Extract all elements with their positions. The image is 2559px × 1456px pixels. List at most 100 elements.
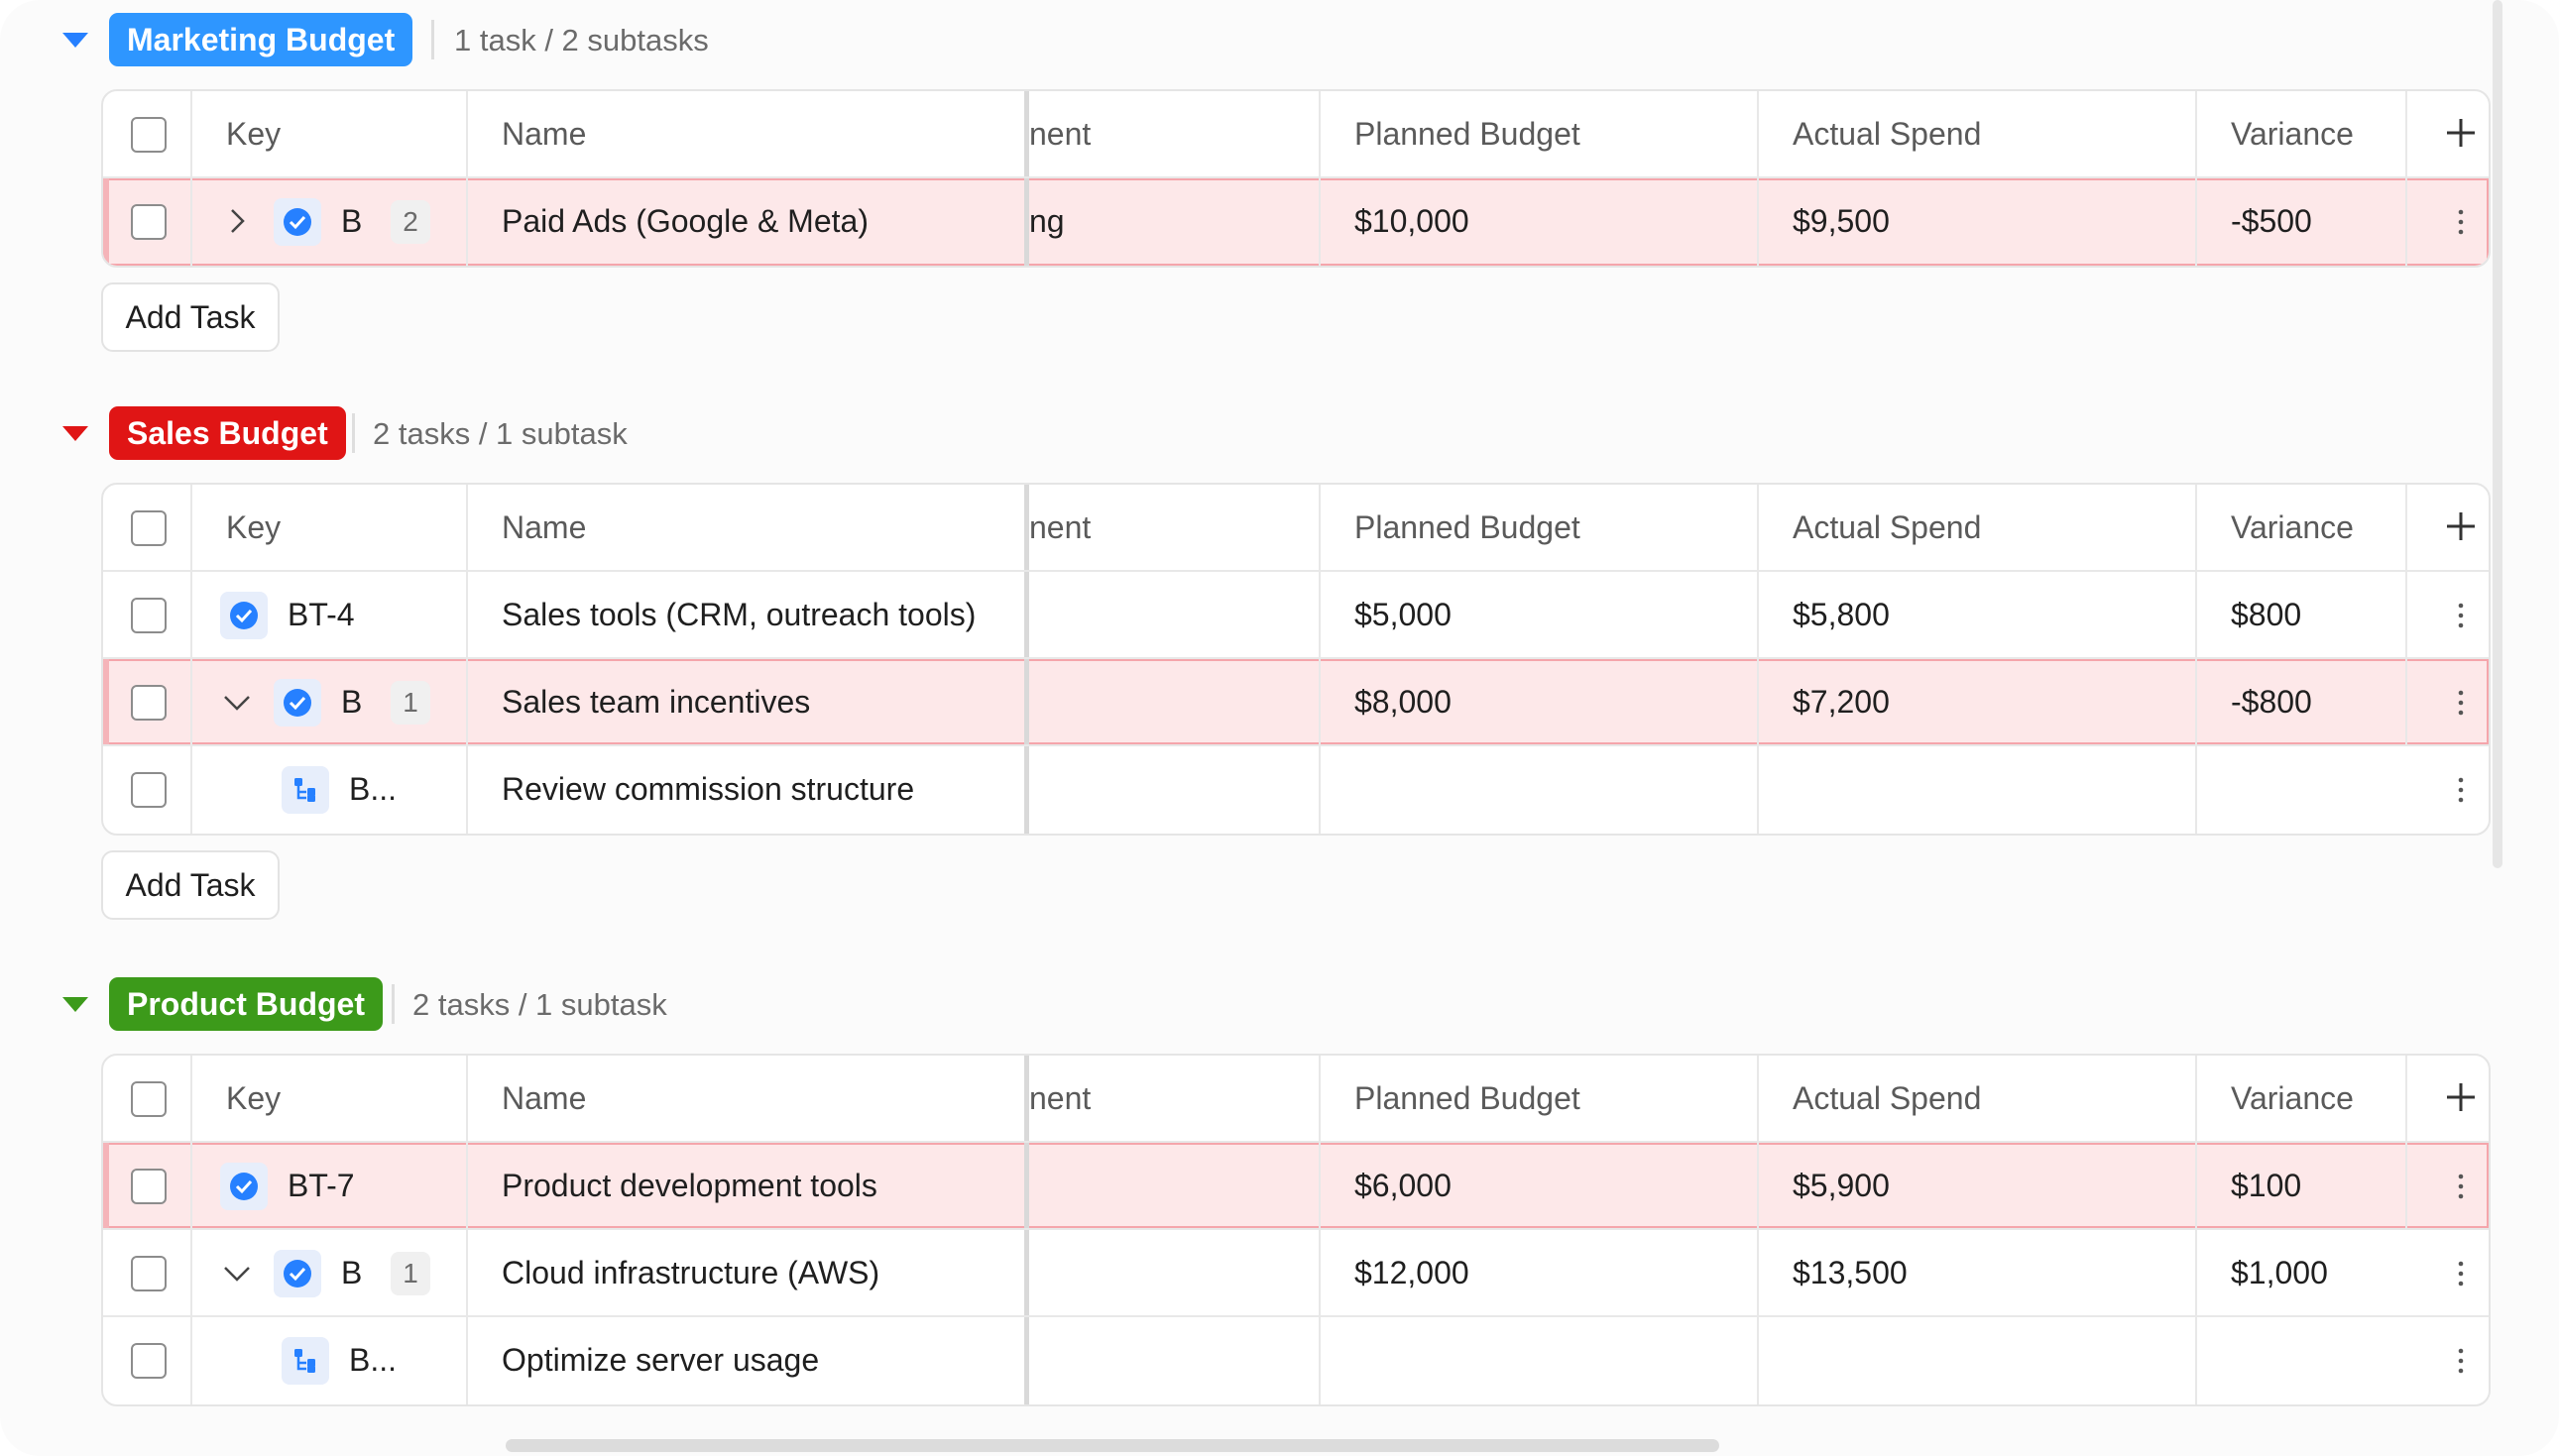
divider: [352, 413, 355, 453]
group-title-pill[interactable]: Sales Budget: [109, 406, 346, 460]
task-key[interactable]: B: [341, 659, 362, 744]
variance: $1,000: [2231, 1255, 2328, 1290]
add-column-plus-icon[interactable]: [2433, 499, 2489, 554]
table-header-row: Key Name nent Planned Budget Actual Spen…: [103, 1056, 2489, 1143]
group-count: 1 task / 2 subtasks: [454, 23, 709, 57]
collapse-caret-icon[interactable]: [62, 426, 88, 441]
row-checkbox[interactable]: [131, 685, 167, 721]
column-header-key[interactable]: Key: [226, 485, 281, 570]
check-circle-icon: [274, 198, 321, 246]
column-header-name[interactable]: Name: [502, 1056, 586, 1141]
more-options-icon[interactable]: [2443, 768, 2479, 812]
column-header-planned-budget[interactable]: Planned Budget: [1354, 91, 1580, 176]
task-name[interactable]: Cloud infrastructure (AWS): [502, 1230, 879, 1315]
table-header-row: Key Name nent Planned Budget Actual Spen…: [103, 91, 2489, 178]
variance: -$800: [2231, 684, 2312, 720]
actual-spend: $5,800: [1793, 597, 1890, 632]
group-product-budget: Product Budget 2 tasks / 1 subtask Key N…: [59, 977, 2493, 1406]
more-options-icon[interactable]: [2443, 1165, 2479, 1208]
task-key[interactable]: B: [341, 178, 362, 264]
check-circle-icon: [274, 679, 321, 727]
planned-budget: $6,000: [1354, 1168, 1452, 1203]
column-header-key[interactable]: Key: [226, 1056, 281, 1141]
table-row[interactable]: B 1 Cloud infrastructure (AWS) $12,000 $…: [103, 1230, 2489, 1317]
chevron-down-icon[interactable]: [222, 1258, 252, 1288]
column-header-actual-spend[interactable]: Actual Spend: [1793, 91, 1981, 176]
add-column-plus-icon[interactable]: [2433, 105, 2489, 161]
more-options-icon[interactable]: [2443, 1339, 2479, 1383]
actual-spend: $13,500: [1793, 1255, 1908, 1290]
task-key[interactable]: B: [341, 1230, 362, 1315]
column-header-variance[interactable]: Variance: [2231, 485, 2354, 570]
table-row[interactable]: BT-4 Sales tools (CRM, outreach tools) $…: [103, 572, 2489, 659]
column-header-department[interactable]: nent: [1029, 485, 1091, 570]
horizontal-scrollbar[interactable]: [506, 1439, 1719, 1452]
add-task-button[interactable]: Add Task: [101, 282, 280, 352]
group-sales-budget: Sales Budget 2 tasks / 1 subtask Key Nam…: [59, 406, 2493, 920]
task-name[interactable]: Optimize server usage: [502, 1317, 819, 1402]
check-circle-icon: [274, 1250, 321, 1297]
column-header-variance[interactable]: Variance: [2231, 1056, 2354, 1141]
column-header-department[interactable]: nent: [1029, 91, 1091, 176]
task-table: Key Name nent Planned Budget Actual Spen…: [101, 89, 2491, 268]
task-name[interactable]: Sales team incentives: [502, 659, 810, 744]
table-row[interactable]: B... Review commission structure: [103, 746, 2489, 834]
task-key[interactable]: B...: [349, 1317, 397, 1402]
chevron-down-icon[interactable]: [222, 687, 252, 717]
group-header: Sales Budget 2 tasks / 1 subtask: [59, 406, 2493, 466]
variance: $800: [2231, 597, 2302, 632]
group-count: 2 tasks / 1 subtask: [412, 987, 667, 1022]
column-header-key[interactable]: Key: [226, 91, 281, 176]
column-header-planned-budget[interactable]: Planned Budget: [1354, 485, 1580, 570]
task-key[interactable]: BT-4: [288, 572, 355, 657]
row-checkbox[interactable]: [131, 1169, 167, 1204]
task-key[interactable]: BT-7: [288, 1143, 355, 1228]
table-row[interactable]: B 1 Sales team incentives $8,000 $7,200 …: [103, 659, 2489, 746]
column-header-variance[interactable]: Variance: [2231, 91, 2354, 176]
select-all-checkbox[interactable]: [131, 1081, 167, 1117]
row-checkbox[interactable]: [131, 1256, 167, 1291]
group-marketing-budget: Marketing Budget 1 task / 2 subtasks Key…: [59, 13, 2493, 352]
row-checkbox[interactable]: [131, 598, 167, 633]
column-header-name[interactable]: Name: [502, 91, 586, 176]
table-row[interactable]: B 2 Paid Ads (Google & Meta) ng $10,000 …: [103, 178, 2489, 266]
column-header-name[interactable]: Name: [502, 485, 586, 570]
select-all-checkbox[interactable]: [131, 510, 167, 546]
collapse-caret-icon[interactable]: [62, 33, 88, 48]
row-checkbox[interactable]: [131, 772, 167, 808]
group-title-pill[interactable]: Marketing Budget: [109, 13, 413, 66]
more-options-icon[interactable]: [2443, 1252, 2479, 1295]
column-header-department[interactable]: nent: [1029, 1056, 1091, 1141]
chevron-right-icon[interactable]: [222, 206, 252, 236]
planned-budget: $12,000: [1354, 1255, 1469, 1290]
subtask-count-badge: 1: [391, 1252, 430, 1295]
table-header-row: Key Name nent Planned Budget Actual Spen…: [103, 485, 2489, 572]
add-task-button[interactable]: Add Task: [101, 850, 280, 920]
add-column-plus-icon[interactable]: [2433, 1069, 2489, 1125]
column-header-actual-spend[interactable]: Actual Spend: [1793, 1056, 1981, 1141]
divider: [392, 984, 395, 1024]
planned-budget: $5,000: [1354, 597, 1452, 632]
vertical-scrollbar[interactable]: [2493, 0, 2502, 868]
task-name[interactable]: Review commission structure: [502, 746, 914, 832]
task-name[interactable]: Sales tools (CRM, outreach tools): [502, 572, 976, 657]
variance: $100: [2231, 1168, 2302, 1203]
row-checkbox[interactable]: [131, 204, 167, 240]
select-all-checkbox[interactable]: [131, 117, 167, 153]
more-options-icon[interactable]: [2443, 594, 2479, 637]
task-table: Key Name nent Planned Budget Actual Spen…: [101, 1054, 2491, 1406]
actual-spend: $7,200: [1793, 684, 1890, 720]
collapse-caret-icon[interactable]: [62, 997, 88, 1012]
row-checkbox[interactable]: [131, 1343, 167, 1379]
task-key[interactable]: B...: [349, 746, 397, 832]
table-row[interactable]: B... Optimize server usage: [103, 1317, 2489, 1404]
column-header-planned-budget[interactable]: Planned Budget: [1354, 1056, 1580, 1141]
subtask-count-badge: 2: [391, 200, 430, 244]
table-row[interactable]: BT-7 Product development tools $6,000 $5…: [103, 1143, 2489, 1230]
more-options-icon[interactable]: [2443, 681, 2479, 725]
column-header-actual-spend[interactable]: Actual Spend: [1793, 485, 1981, 570]
task-name[interactable]: Paid Ads (Google & Meta): [502, 178, 869, 264]
task-name[interactable]: Product development tools: [502, 1143, 877, 1228]
group-title-pill[interactable]: Product Budget: [109, 977, 383, 1031]
more-options-icon[interactable]: [2443, 200, 2479, 244]
